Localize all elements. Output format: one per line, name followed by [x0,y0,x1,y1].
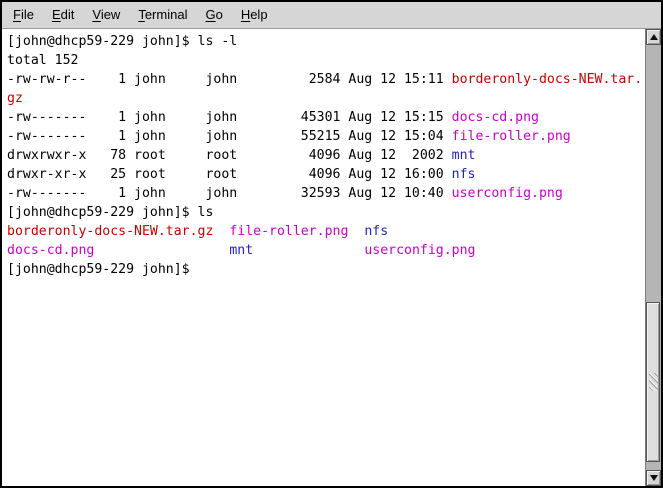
menu-item-go[interactable]: Go [196,3,231,27]
terminal-line: borderonly-docs-NEW.tar.gz file-roller.p… [7,222,645,241]
terminal-line: drwxrwxr-x 78 root root 4096 Aug 12 2002… [7,146,645,165]
filename-magenta: userconfig.png [452,186,563,201]
filename-blue: mnt [229,243,253,258]
filename-red: gz [7,91,23,106]
filename-magenta: userconfig.png [364,243,475,258]
menu-mnemonic: T [138,7,145,22]
terminal-line: -rw------- 1 john john 32593 Aug 12 10:4… [7,184,645,203]
terminal-line: -rw------- 1 john john 45301 Aug 12 15:1… [7,108,645,127]
filename-blue: nfs [452,167,476,182]
menu-item-terminal[interactable]: Terminal [129,3,196,27]
terminal-text [213,224,229,239]
filename-red: borderonly-docs-NEW.tar.gz [7,224,213,239]
scrollbar [645,29,661,486]
terminal-line: [john@dhcp59-229 john]$ ls -l [7,32,645,51]
terminal-line: -rw------- 1 john john 55215 Aug 12 15:0… [7,127,645,146]
terminal-text: total 152 [7,53,78,68]
terminal-text: -rw------- 1 john john 32593 Aug 12 10:4… [7,186,452,201]
terminal-text: -rw------- 1 john john 55215 Aug 12 15:0… [7,129,452,144]
terminal-line: [john@dhcp59-229 john]$ [7,260,645,279]
filename-magenta: file-roller.png [229,224,348,239]
terminal-text: drwxr-xr-x 25 root root 4096 Aug 12 16:0… [7,167,452,182]
terminal-area: [john@dhcp59-229 john]$ ls -l total 152 -r… [2,29,661,486]
terminal-line: -rw-rw-r-- 1 john john 2584 Aug 12 15:11… [7,70,645,89]
scrollbar-thumb[interactable] [646,302,660,461]
triangle-up-icon [650,34,658,40]
terminal-text: [john@dhcp59-229 john]$ [7,262,190,277]
menu-mnemonic: E [52,7,61,22]
terminal-text [348,224,364,239]
scrollbar-track[interactable] [646,45,661,470]
terminal-line: [john@dhcp59-229 john]$ ls [7,203,645,222]
terminal-window: FileEditViewTerminalGoHelp [john@dhcp59-… [0,0,663,488]
menu-item-file[interactable]: File [4,3,43,27]
scroll-up-button[interactable] [646,29,661,45]
terminal-line: drwxr-xr-x 25 root root 4096 Aug 12 16:0… [7,165,645,184]
filename-blue: mnt [452,148,476,163]
terminal-text: -rw-rw-r-- 1 john john 2584 Aug 12 15:11 [7,72,452,87]
terminal-text [253,243,364,258]
menu-mnemonic: G [205,7,215,22]
terminal-text [94,243,229,258]
scroll-down-button[interactable] [646,470,661,486]
terminal-output[interactable]: [john@dhcp59-229 john]$ ls -l total 152 -r… [2,29,645,486]
terminal-text: -rw------- 1 john john 45301 Aug 12 15:1… [7,110,452,125]
terminal-line: gz [7,89,645,108]
filename-red: borderonly-docs-NEW.tar. [452,72,643,87]
filename-magenta: file-roller.png [452,129,571,144]
terminal-text: [john@dhcp59-229 john]$ ls -l [7,34,237,49]
menu-item-help[interactable]: Help [232,3,277,27]
terminal-text: drwxrwxr-x 78 root root 4096 Aug 12 2002 [7,148,452,163]
filename-magenta: docs-cd.png [452,110,539,125]
filename-blue: nfs [364,224,388,239]
grip-icon [649,373,658,391]
menu-item-view[interactable]: View [83,3,129,27]
filename-magenta: docs-cd.png [7,243,94,258]
triangle-down-icon [650,475,658,481]
menu-mnemonic: F [13,7,21,22]
menu-mnemonic: H [241,7,250,22]
terminal-line: docs-cd.png mnt userconfig.png [7,241,645,260]
menu-item-edit[interactable]: Edit [43,3,83,27]
terminal-text: [john@dhcp59-229 john]$ ls [7,205,213,220]
menu-bar: FileEditViewTerminalGoHelp [2,2,661,29]
menu-mnemonic: V [92,7,100,22]
terminal-line: total 152 [7,51,645,70]
